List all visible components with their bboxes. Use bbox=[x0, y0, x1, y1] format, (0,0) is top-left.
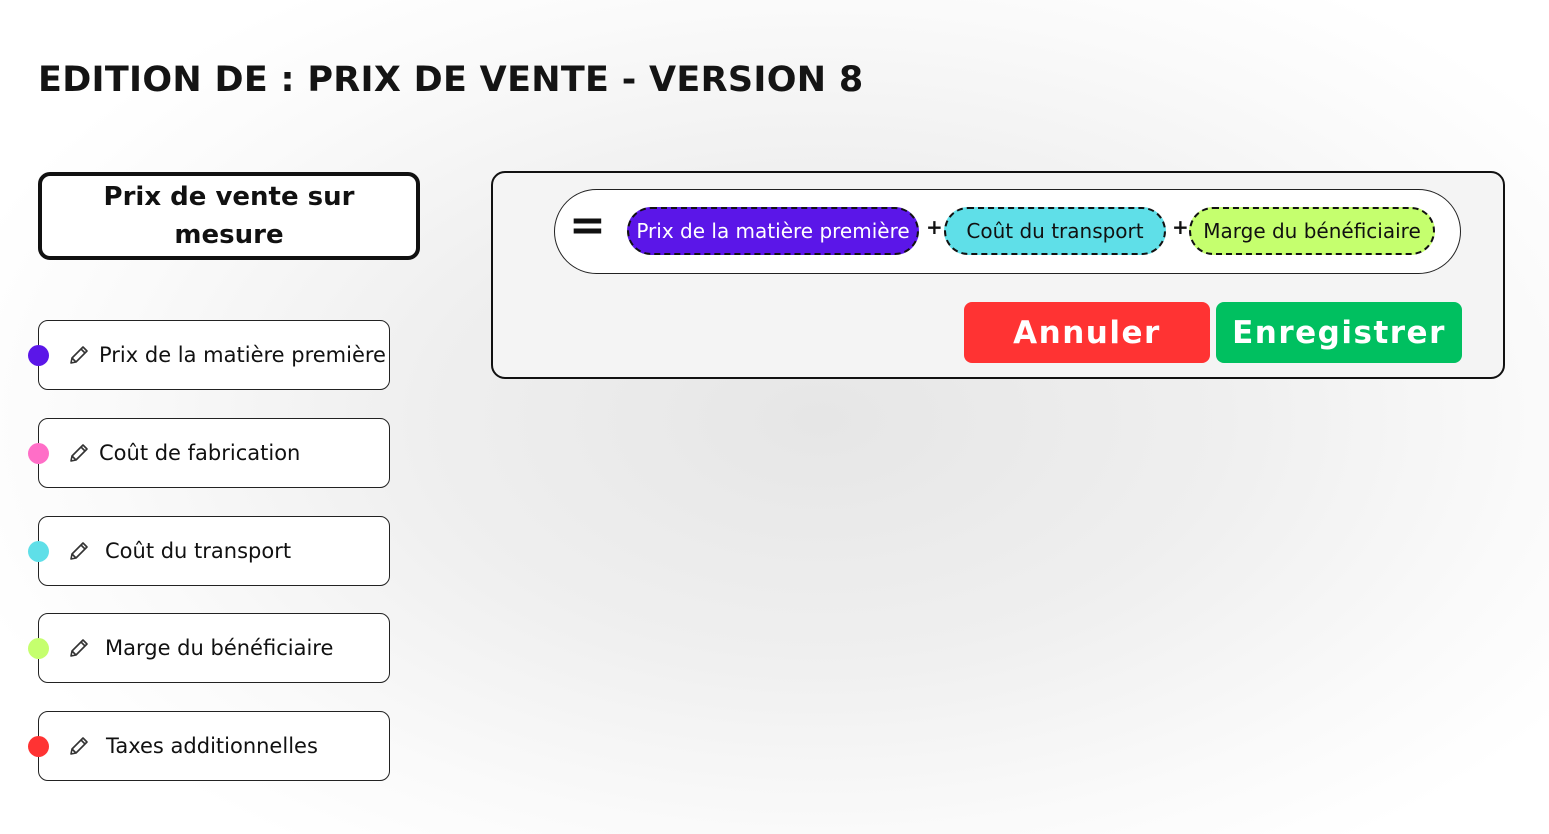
variable-item-cout-transport[interactable]: Coût du transport bbox=[28, 516, 390, 586]
variable-label: Prix de la matière première bbox=[99, 343, 386, 367]
cancel-button[interactable]: Annuler bbox=[964, 302, 1210, 363]
plus-operator: + bbox=[1172, 215, 1189, 239]
variable-color-dot bbox=[28, 443, 49, 464]
equals-sign: = bbox=[569, 200, 606, 251]
pencil-icon[interactable] bbox=[67, 539, 91, 563]
variable-label: Coût du transport bbox=[105, 539, 292, 563]
pencil-icon[interactable] bbox=[67, 441, 91, 465]
variable-label: Coût de fabrication bbox=[99, 441, 301, 465]
variable-name-box[interactable]: Prix de vente sur mesure bbox=[38, 172, 420, 260]
formula-editor-panel: = Prix de la matière première + Coût du … bbox=[491, 171, 1505, 379]
plus-operator: + bbox=[926, 215, 943, 239]
formula-token-prix-matiere-premiere[interactable]: Prix de la matière première bbox=[627, 207, 919, 255]
variable-color-dot bbox=[28, 736, 49, 757]
variable-color-dot bbox=[28, 638, 49, 659]
variable-label: Marge du bénéficiaire bbox=[105, 636, 334, 660]
variable-label: Taxes additionnelles bbox=[106, 734, 318, 758]
formula-token-marge-beneficiaire[interactable]: Marge du bénéficiaire bbox=[1189, 207, 1435, 255]
variable-color-dot bbox=[28, 345, 49, 366]
variable-name: Prix de vente sur mesure bbox=[103, 182, 355, 250]
page-title: EDITION DE : PRIX DE VENTE - VERSION 8 bbox=[38, 60, 864, 100]
pencil-icon[interactable] bbox=[67, 343, 91, 367]
variable-color-dot bbox=[28, 541, 49, 562]
pencil-icon[interactable] bbox=[67, 636, 91, 660]
variable-item-taxes-additionnelles[interactable]: Taxes additionnelles bbox=[28, 711, 390, 781]
variable-item-marge-beneficiaire[interactable]: Marge du bénéficiaire bbox=[28, 613, 390, 683]
pencil-icon[interactable] bbox=[67, 734, 91, 758]
variable-item-cout-fabrication[interactable]: Coût de fabrication bbox=[28, 418, 390, 488]
variable-item-prix-matiere-premiere[interactable]: Prix de la matière première bbox=[28, 320, 390, 390]
formula-field[interactable]: = Prix de la matière première + Coût du … bbox=[554, 189, 1461, 274]
formula-token-cout-transport[interactable]: Coût du transport bbox=[944, 207, 1166, 255]
save-button[interactable]: Enregistrer bbox=[1216, 302, 1462, 363]
